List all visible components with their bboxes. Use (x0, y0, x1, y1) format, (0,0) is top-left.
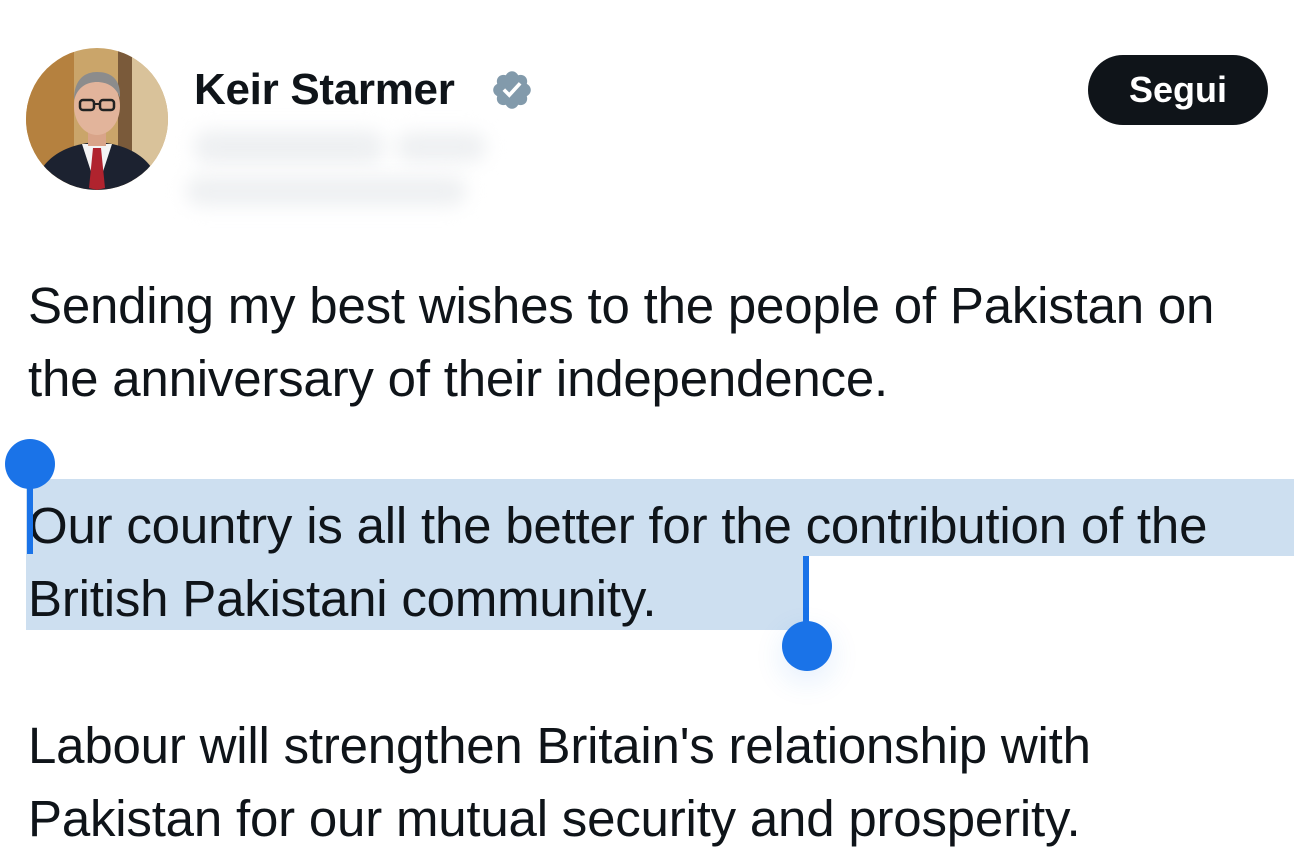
author-display-name[interactable]: Keir Starmer (194, 62, 455, 118)
tweet-paragraph-selected[interactable]: Our country is all the better for the co… (28, 489, 1278, 635)
tweet-paragraph[interactable]: Labour will strengthen Britain's relatio… (28, 709, 1278, 855)
verified-badge-icon (493, 71, 531, 109)
follow-button[interactable]: Segui (1088, 55, 1268, 125)
avatar[interactable] (26, 48, 168, 190)
tweet-paragraph[interactable]: Sending my best wishes to the people of … (28, 269, 1278, 415)
blurred-handle (186, 122, 506, 214)
profile-photo (26, 48, 168, 190)
selection-end-handle[interactable] (782, 621, 832, 671)
selection-start-caret (27, 472, 33, 554)
